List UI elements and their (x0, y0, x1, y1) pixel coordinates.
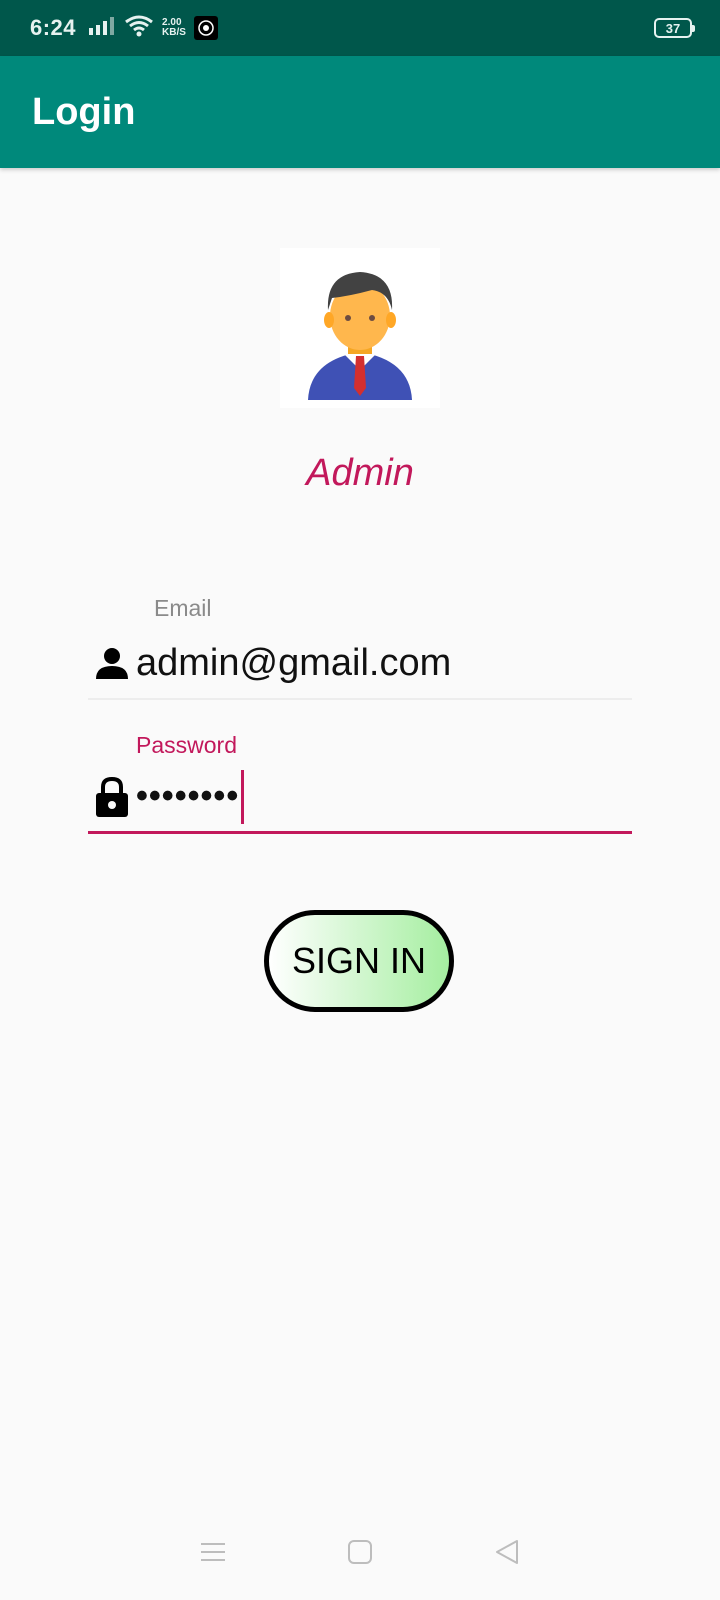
status-time: 6:24 (30, 15, 77, 40)
network-speed-unit: KB/S (162, 27, 186, 38)
role-label: Admin (306, 452, 414, 494)
wifi-icon (124, 15, 154, 42)
status-right: 37 (654, 18, 695, 38)
signal-icon (88, 16, 116, 41)
lock-icon (92, 776, 132, 817)
notification-app-icon (193, 16, 218, 40)
avatar-icon (308, 272, 412, 400)
battery-icon: 37 (654, 18, 695, 38)
menu-icon[interactable] (193, 1532, 233, 1572)
status-bar: 6:24 2.00 KB/S 37 (0, 0, 720, 56)
sign-in-label: SIGN IN (291, 940, 426, 981)
password-value[interactable]: •••••••• (136, 777, 239, 816)
network-speed: 2.00 KB/S (162, 18, 186, 38)
status-icons: 2.00 KB/S (88, 15, 218, 42)
email-label: Email (154, 595, 212, 621)
page-title: Login (32, 90, 136, 133)
back-icon[interactable] (487, 1532, 527, 1572)
email-field[interactable]: admin@gmail.com (88, 628, 632, 700)
person-icon (92, 643, 132, 683)
password-label: Password (136, 732, 237, 758)
email-value[interactable]: admin@gmail.com (136, 642, 451, 685)
text-cursor (241, 769, 245, 824)
battery-level: 37 (665, 20, 681, 36)
sign-in-button[interactable]: SIGN IN (264, 910, 454, 1012)
password-field[interactable]: •••••••• (88, 762, 632, 834)
home-icon[interactable] (340, 1532, 380, 1572)
system-nav-bar (0, 1504, 720, 1600)
admin-avatar (280, 248, 440, 408)
app-bar: Login (0, 56, 720, 168)
